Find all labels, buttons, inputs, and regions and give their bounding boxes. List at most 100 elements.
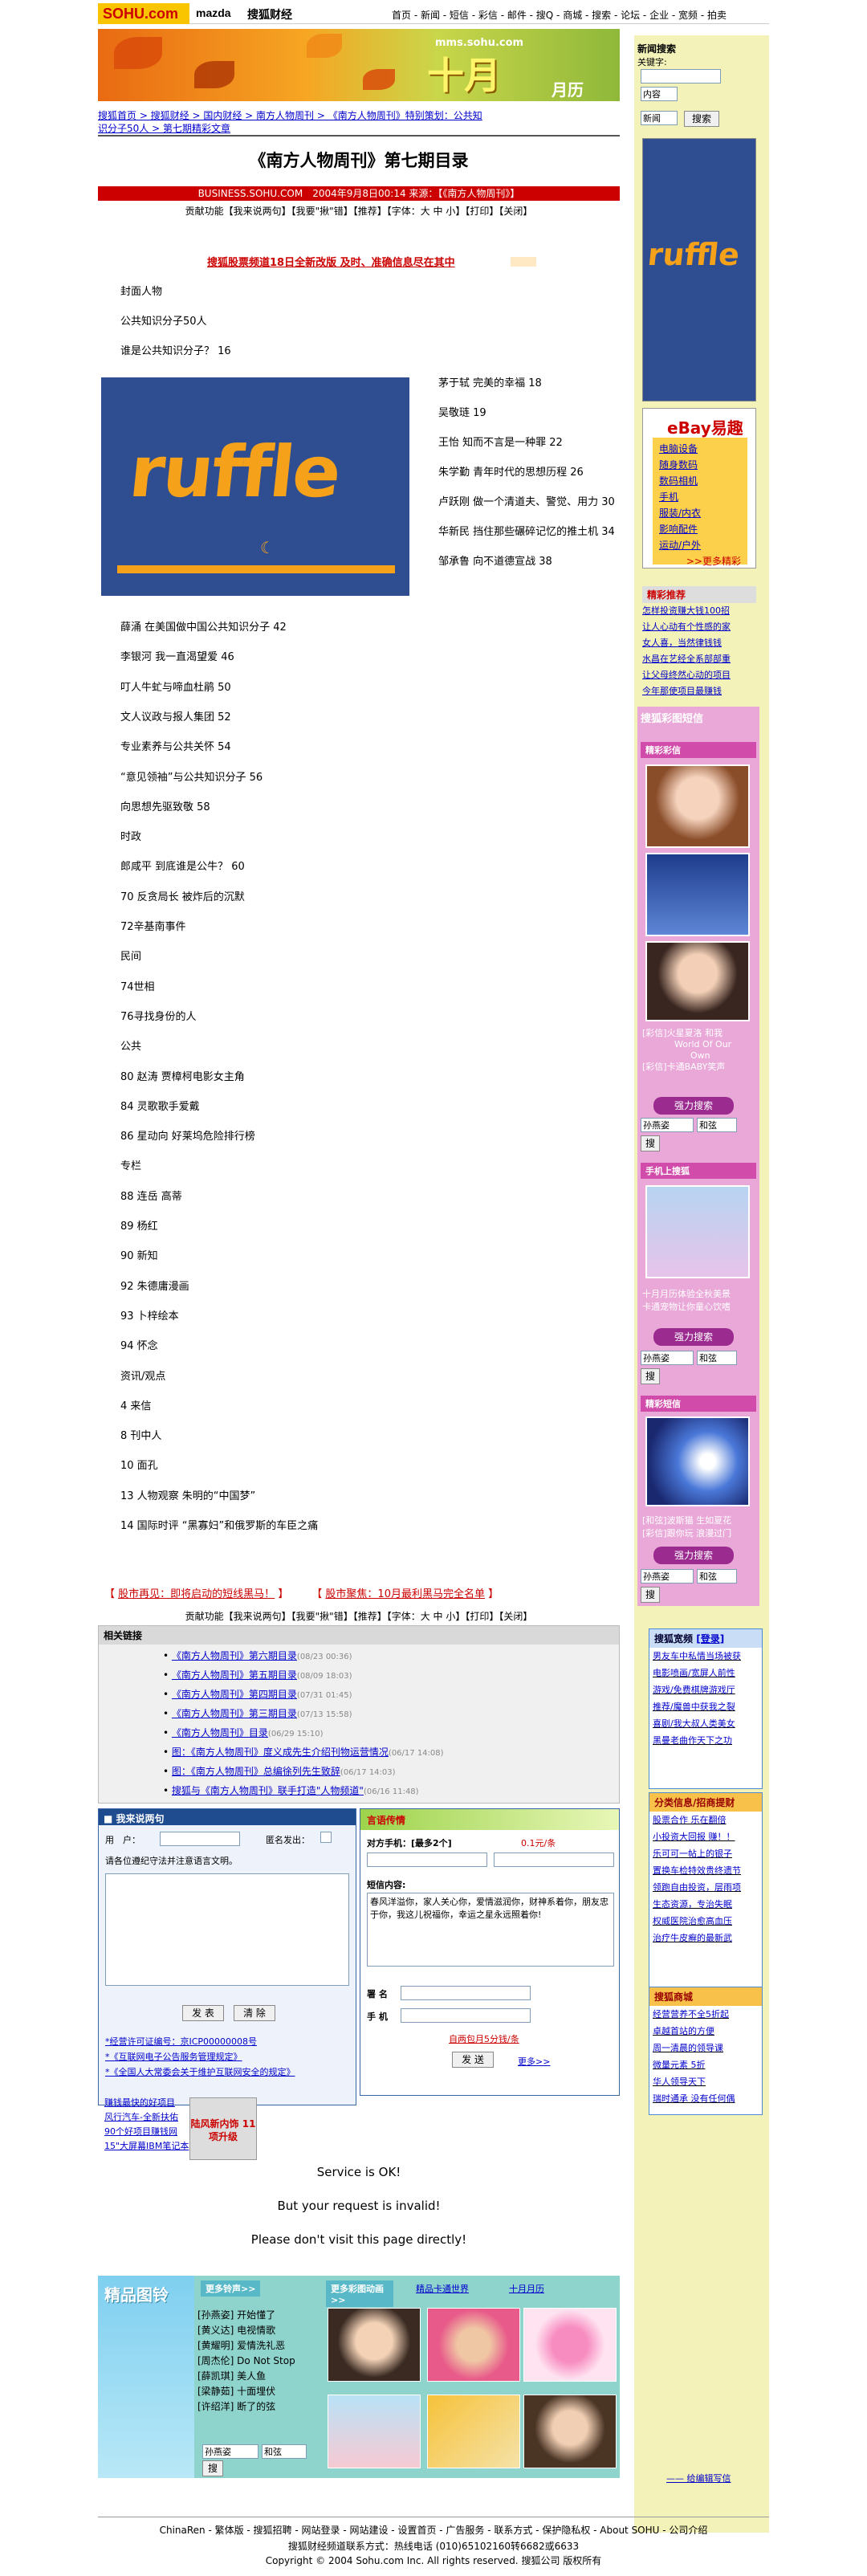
mms-search-button[interactable]: 搜 <box>641 1135 660 1151</box>
breadcrumb-line[interactable]: 识分子50人 > 第七期精彩文章 <box>98 122 515 135</box>
related-link[interactable]: 搜狐与《南方人物周刊》联手打造"人物频道" <box>172 1785 364 1796</box>
caption-group-1[interactable]: [彩信]火星夏洛 和我 World Of Our Own [彩信]卡通BABY笑… <box>642 1028 755 1073</box>
policy-link[interactable]: *经营许可证编号：京ICP00000008号 <box>105 2034 295 2049</box>
couple-pic[interactable] <box>645 1185 750 1278</box>
kb-item[interactable]: 游戏/免费棋牌游戏厅 <box>649 1681 762 1698</box>
fl-item[interactable]: 领跑自由投资，层雨项 <box>649 1879 762 1896</box>
ebay-item[interactable]: 电脑设备 <box>659 441 741 457</box>
article-tools[interactable]: 贡献功能【我来说两句】【我要"揪"错】【推荐】【字体：大 中 小】【打印】【关闭… <box>98 204 620 218</box>
recommend-item[interactable]: 让人心动有个性感的家 <box>642 619 756 635</box>
mini-links[interactable]: 赚钱最快的好项目 风行汽车-全新扶佑 90个好项目赚钱网 15"大屏幕IBM笔记本 <box>104 2096 189 2154</box>
kb-item[interactable]: 电影喷画/宽屏人前性 <box>649 1665 762 1681</box>
sign-input[interactable] <box>401 1986 531 2000</box>
caption-group-3[interactable]: [和弦]波斯猫 生如夏花 [彩信]跟你玩 浪漫过门 <box>642 1514 731 1540</box>
song-item[interactable]: [薛凯琪] 美人鱼 <box>197 2369 295 2384</box>
recommend-list[interactable]: 怎样投资赚大钱100招 让人心动有个性感的家 女人喜，当然律钱钱 水昌在艺经全系部部重… <box>642 603 756 699</box>
kb-item[interactable]: 男友车中私情当场被获 <box>649 1648 762 1665</box>
ebay-logo[interactable]: eBay易趣 <box>667 415 743 438</box>
policy-link[interactable]: *《互联网电子公告服务管理规定》 <box>105 2049 295 2064</box>
finance-logo[interactable]: 搜狐财经 <box>247 6 292 22</box>
ebay-item[interactable]: 服装/内衣 <box>659 505 741 521</box>
promo-search-button[interactable]: 搜 <box>202 2460 223 2476</box>
caption[interactable]: [彩信]卡通BABY笑声 <box>642 1062 755 1073</box>
related-link[interactable]: 《南方人物周刊》第五期目录 <box>172 1669 297 1681</box>
tab-cartoon[interactable]: 精品卡通世界 <box>416 2282 469 2295</box>
recommend-item[interactable]: 女人喜，当然律钱钱 <box>642 635 756 651</box>
stock-ad-link[interactable]: 搜狐股票频道18日全新改版 及时、准确信息尽在其中 <box>207 254 455 269</box>
recommend-item[interactable]: 水昌在艺经全系部部重 <box>642 651 756 667</box>
phone-search-select[interactable]: 和弦 <box>697 1351 737 1365</box>
ruffle-ad-image[interactable]: ruffle ☾ <box>101 377 409 596</box>
power-search-button-3[interactable]: 强力搜索 <box>653 1547 734 1564</box>
caption-group-2[interactable]: 十月月历体验全秋美景 卡通宠物让你童心饮嗜 <box>642 1288 731 1314</box>
breadcrumb[interactable]: 搜狐首页 > 搜狐财经 > 国内财经 > 南方人物周刊 > 《南方人物周刊》特别… <box>98 109 515 135</box>
tab-calendar[interactable]: 十月月历 <box>509 2282 544 2295</box>
caption[interactable]: Own <box>642 1050 755 1062</box>
classified-list[interactable]: 股票合作 乐在翻倍 小投资大回报 赚！！ 乐可可一帖上的银子 置换车检特效贵终遗节 领跑… <box>649 1812 762 1946</box>
car-ad[interactable]: 陆风新内饰 11项升级 <box>189 2097 257 2160</box>
kb-item[interactable]: 黑曼老曲作天下之功 <box>649 1732 762 1749</box>
mazda-logo[interactable]: mazda <box>196 6 231 19</box>
power-search-button[interactable]: 强力搜索 <box>653 1097 734 1115</box>
song-item[interactable]: [周杰伦] Do Not Stop <box>197 2354 295 2369</box>
sc-item[interactable]: 微量元素 5折 <box>649 2056 762 2073</box>
ebay-item[interactable]: 运动/户外 <box>659 537 741 553</box>
kb-item[interactable]: 推荐/魔兽中获我之裂 <box>649 1698 762 1715</box>
power-search-button-2[interactable]: 强力搜索 <box>653 1328 734 1346</box>
mms-thumb[interactable] <box>328 2395 421 2468</box>
mms-thumb[interactable] <box>427 2308 520 2382</box>
song-item[interactable]: [孙燕姿] 开始懂了 <box>197 2308 295 2323</box>
calendar-banner[interactable]: mms.sohu.com 十月 月历 <box>98 29 620 101</box>
anon-checkbox[interactable] <box>320 1832 332 1843</box>
sc-item[interactable]: 华人领导天下 <box>649 2073 762 2090</box>
fl-item[interactable]: 置换车检特效贵终遗节 <box>649 1862 762 1879</box>
song-item[interactable]: [黄义达] 电视情歌 <box>197 2323 295 2338</box>
top-nav[interactable]: 首页 - 新闻 - 短信 - 彩信 - 邮件 - 搜Q - 商城 - 搜索 - … <box>392 8 727 22</box>
car-pic[interactable] <box>645 853 750 936</box>
tab-ringtones[interactable]: 更多铃声>> <box>201 2280 261 2297</box>
cartoon-girl-pic[interactable] <box>645 764 750 848</box>
mms-thumb[interactable] <box>427 2395 520 2468</box>
caption[interactable]: [彩信]火星夏洛 和我 <box>642 1028 755 1039</box>
song-list[interactable]: [孙燕姿] 开始懂了 [黄义达] 电视情歌 [黄耀明] 爱情洗礼恶 [周杰伦] Do … <box>197 2308 295 2415</box>
content-textarea[interactable]: 春风洋溢你，家人关心你，爱情滋润你，财神系着你，朋友忠于你，我这儿祝福你，幸运之… <box>367 1893 614 1967</box>
caption[interactable]: 十月月历体验全秋美景 <box>642 1288 731 1301</box>
fl-item[interactable]: 股票合作 乐在翻倍 <box>649 1812 762 1828</box>
song-item[interactable]: [许绍洋] 断了的弦 <box>197 2399 295 2415</box>
phone-input-2[interactable] <box>494 1853 614 1867</box>
mms-thumb[interactable] <box>523 2395 617 2468</box>
keyword-input[interactable] <box>641 69 721 84</box>
mms-thumb[interactable] <box>328 2308 421 2382</box>
fl-item[interactable]: 权威医院治愈高血压 <box>649 1913 762 1930</box>
recommend-item[interactable]: 今年那使项目最赚钱 <box>642 683 756 699</box>
promo-girl-image[interactable]: 精品图铃 <box>98 2276 194 2478</box>
fl-item[interactable]: 乐可可一帖上的银子 <box>649 1845 762 1862</box>
mini-link[interactable]: 风行汽车-全新扶佑 <box>104 2110 189 2125</box>
ebay-more-link[interactable]: >>更多精彩 <box>659 553 741 569</box>
mms-search-input[interactable]: 孙燕姿 <box>641 1118 694 1132</box>
sc-item[interactable]: 周一清晨的领导课 <box>649 2040 762 2056</box>
singer-pic[interactable] <box>645 941 750 1021</box>
butterfly-pic[interactable] <box>645 1416 750 1506</box>
search-button[interactable]: 搜索 <box>684 111 719 127</box>
broadband-list[interactable]: 男友车中私情当场被获 电影喷画/宽屏人前性 游戏/免费棋牌游戏厅 推荐/魔兽中获我之裂… <box>649 1648 762 1749</box>
policy-link[interactable]: *《全国人大常委会关于维护互联网安全的规定》 <box>105 2064 295 2080</box>
ruffle-side-ad[interactable]: ruffle <box>642 138 756 401</box>
write-editor-link[interactable]: —— 给编辑写信 <box>666 2472 731 2484</box>
tab-mms[interactable]: 更多彩图动画>> <box>326 2280 393 2307</box>
mini-link[interactable]: 90个好项目赚钱网 <box>104 2125 189 2139</box>
search-type-select[interactable]: 新闻 <box>641 111 678 125</box>
ebay-item[interactable]: 数码相机 <box>659 473 741 489</box>
phone-search-button[interactable]: 搜 <box>641 1368 660 1384</box>
related-link[interactable]: 《南方人物周刊》第六期目录 <box>172 1650 297 1661</box>
policy-links[interactable]: *经营许可证编号：京ICP00000008号 *《互联网电子公告服务管理规定》 *《… <box>105 2034 295 2080</box>
recommend-item[interactable]: 让父母终然心动的项目 <box>642 667 756 683</box>
related-link[interactable]: 图：《南方人物周刊》总编徐列先生致辞 <box>172 1766 340 1777</box>
more-link[interactable]: 更多>> <box>518 2055 550 2068</box>
ebay-item[interactable]: 手机 <box>659 489 741 505</box>
login-link[interactable]: [登录] <box>696 1633 724 1645</box>
fl-item[interactable]: 小投资大回报 赚！！ <box>649 1828 762 1845</box>
ebay-list[interactable]: 电脑设备 随身数码 数码相机 手机 服装/内衣 影响配件 运动/户外 >>更多精彩 <box>653 438 747 567</box>
sms-search-select[interactable]: 和弦 <box>697 1569 737 1584</box>
phone-input-1[interactable] <box>367 1853 487 1867</box>
